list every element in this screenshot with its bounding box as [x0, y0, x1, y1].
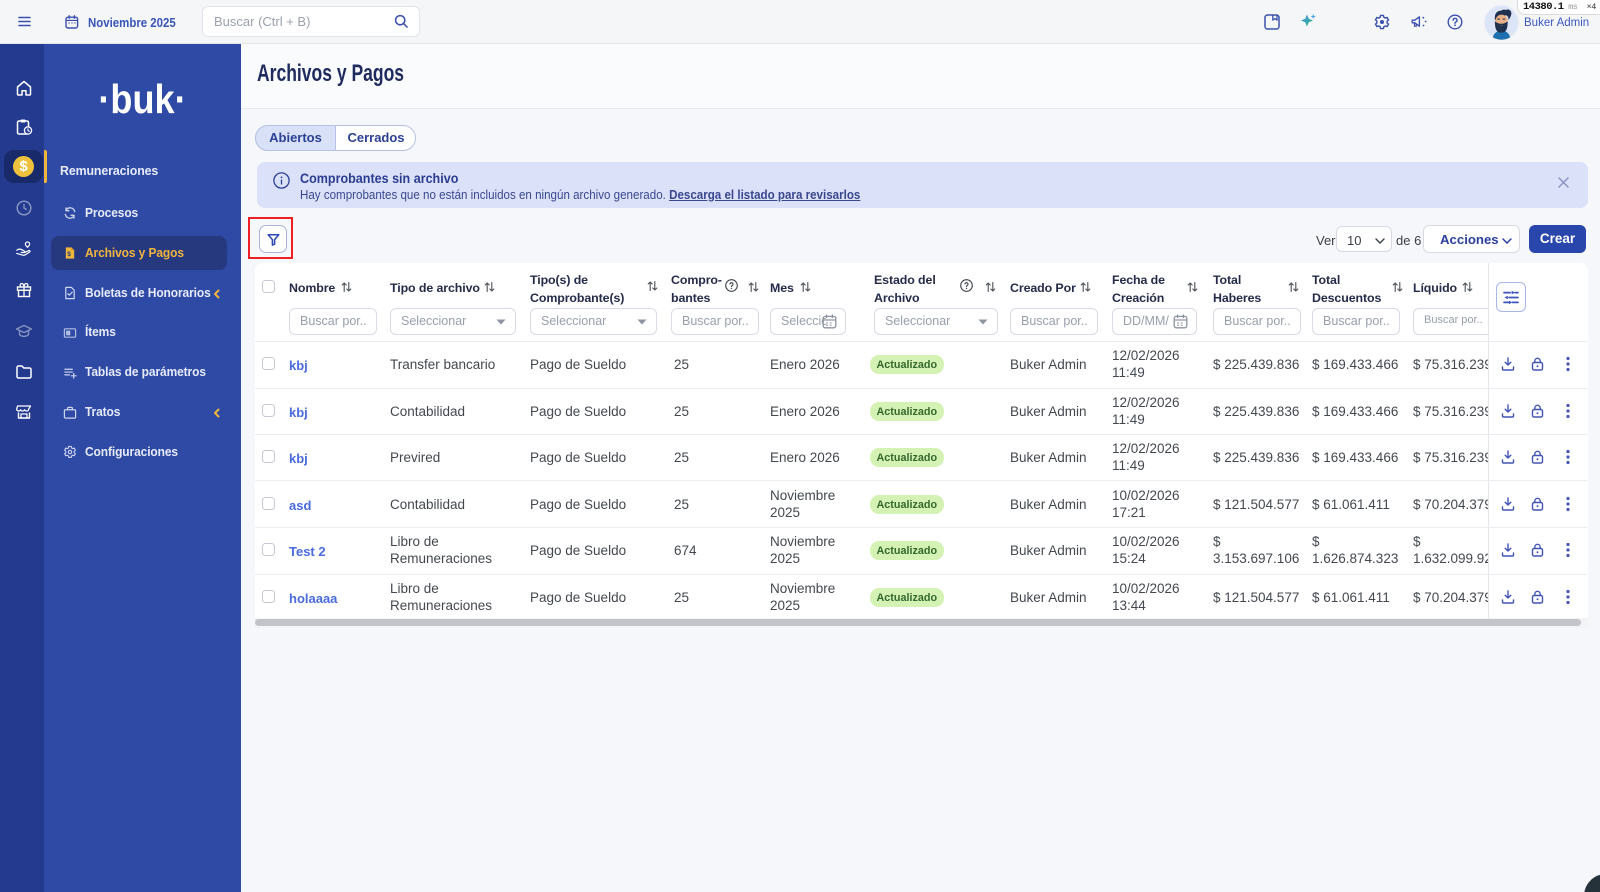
svg-text:$: $	[67, 251, 71, 258]
